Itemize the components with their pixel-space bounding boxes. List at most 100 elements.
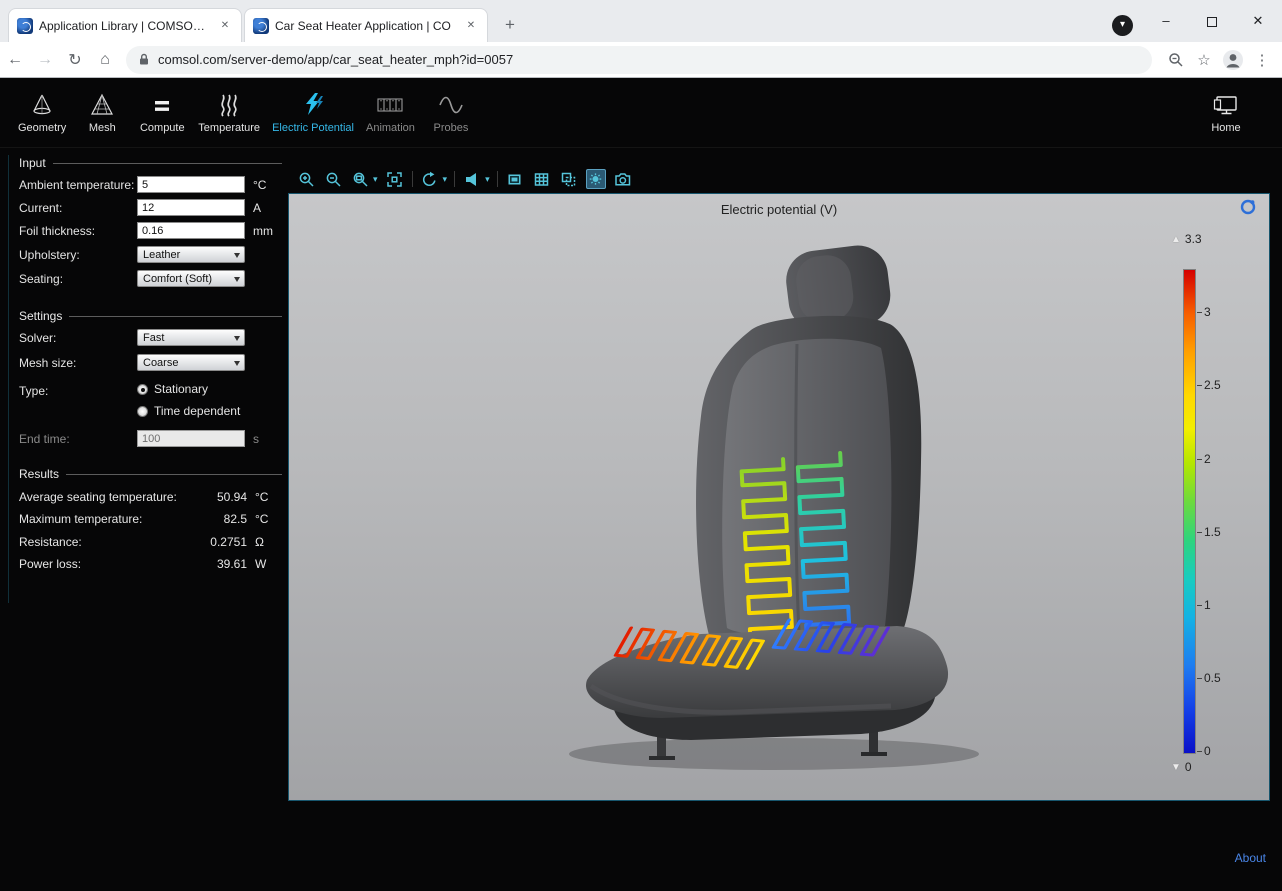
ribbon-mesh[interactable]: Mesh	[72, 92, 132, 134]
ribbon-animation-label: Animation	[366, 122, 415, 134]
temperature-icon	[216, 92, 242, 118]
radio-stationary-label: Stationary	[154, 382, 208, 396]
zoom-in-button[interactable]	[296, 169, 316, 189]
legend-tick: 1.5	[1204, 525, 1221, 539]
bookmark-star-icon[interactable]: ☆	[1190, 51, 1218, 69]
current-label: Current:	[19, 201, 62, 215]
minimize-button[interactable]: –	[1143, 6, 1189, 36]
car-seat-3d-model[interactable]	[539, 234, 1019, 774]
current-input[interactable]	[137, 199, 245, 216]
zoom-extents-button[interactable]	[385, 169, 405, 189]
tab-title: Application Library | COMSOL Se	[39, 19, 211, 33]
ribbon-electric-potential[interactable]: Electric Potential	[266, 92, 360, 134]
result-value: 50.94	[137, 490, 247, 504]
browser-menu-icon[interactable]: ⋮	[1248, 51, 1276, 69]
upholstery-select[interactable]: Leather	[137, 246, 245, 263]
new-tab-button[interactable]: +	[498, 14, 522, 38]
end-time-label: End time:	[19, 432, 70, 446]
chevron-down-icon	[234, 336, 240, 341]
ambient-temperature-label: Ambient temperature:	[19, 178, 134, 192]
ribbon-home[interactable]: Home	[1196, 92, 1256, 134]
result-resistance: Resistance: 0.2751 Ω	[19, 533, 287, 551]
reload-button[interactable]: ↻	[60, 50, 90, 70]
tab-car-seat-heater[interactable]: Car Seat Heater Application | CO ✕	[244, 8, 488, 42]
compute-icon	[149, 92, 175, 118]
ribbon-probes[interactable]: Probes	[421, 92, 481, 134]
graphics-panel: ▾ ▾ ▾	[288, 165, 1270, 801]
comsol-favicon	[17, 18, 33, 34]
radio-time-dependent-label: Time dependent	[154, 404, 240, 418]
result-avg-seating-temp: Average seating temperature: 50.94 °C	[19, 488, 287, 506]
rotate-caret[interactable]: ▾	[443, 174, 448, 185]
plot-title: Electric potential (V)	[289, 202, 1269, 217]
toolbar-separator	[454, 171, 455, 187]
snapshot-button[interactable]	[613, 169, 633, 189]
browser-home-button[interactable]: ⌂	[90, 51, 120, 69]
window-close-button[interactable]: ✕	[1235, 6, 1281, 36]
tab-application-library[interactable]: Application Library | COMSOL Se ✕	[8, 8, 242, 42]
chevron-down-icon	[234, 253, 240, 258]
url-field[interactable]: comsol.com/server-demo/app/car_seat_heat…	[126, 46, 1152, 74]
radio-time-dependent[interactable]: Time dependent	[137, 404, 245, 420]
default-view-button[interactable]	[462, 169, 482, 189]
tab-strip: Application Library | COMSOL Se ✕ Car Se…	[0, 0, 1282, 42]
animation-icon	[375, 92, 405, 118]
zoom-box-button[interactable]	[350, 169, 370, 189]
seating-select[interactable]: Comfort (Soft)	[137, 270, 245, 287]
app-ribbon: Geometry Mesh Compute	[0, 78, 1282, 148]
min-marker-icon: ▼	[1171, 762, 1181, 773]
result-unit: Ω	[255, 535, 264, 549]
zoom-indicator-icon[interactable]	[1162, 52, 1190, 68]
comsol-app: Geometry Mesh Compute	[0, 78, 1282, 891]
seating-label: Seating:	[19, 272, 63, 286]
ribbon-compute[interactable]: Compute	[132, 92, 192, 134]
foil-thickness-input[interactable]	[137, 222, 245, 239]
url-text: comsol.com/server-demo/app/car_seat_heat…	[158, 52, 513, 67]
zoom-box-caret[interactable]: ▾	[373, 174, 378, 185]
type-stationary-row: Type: Stationary	[19, 381, 287, 401]
foil-thickness-label: Foil thickness:	[19, 224, 95, 238]
ribbon-mesh-label: Mesh	[89, 122, 116, 134]
result-unit: °C	[255, 512, 268, 526]
mesh-size-select[interactable]: Coarse	[137, 354, 245, 371]
tab-close-icon[interactable]: ✕	[463, 18, 479, 34]
solver-label: Solver:	[19, 331, 56, 345]
ambient-temperature-input[interactable]	[137, 176, 245, 193]
current-unit: A	[253, 201, 261, 215]
solver-select[interactable]: Fast	[137, 329, 245, 346]
grid-button[interactable]	[532, 169, 552, 189]
section-header-input: Input	[19, 156, 282, 170]
result-max-temp: Maximum temperature: 82.5 °C	[19, 510, 287, 528]
tab-title: Car Seat Heater Application | CO	[275, 19, 457, 33]
about-link[interactable]: About	[1235, 851, 1266, 865]
back-button[interactable]: ←	[0, 51, 30, 69]
section-header-settings: Settings	[19, 309, 282, 323]
zoom-out-button[interactable]	[323, 169, 343, 189]
legend-tick: 0.5	[1204, 671, 1221, 685]
scene-button[interactable]	[505, 169, 525, 189]
maximize-button[interactable]	[1189, 6, 1235, 36]
rotate-button[interactable]	[420, 169, 440, 189]
scene-light-button[interactable]	[586, 169, 606, 189]
legend-tick: 1	[1204, 598, 1211, 612]
plot-canvas[interactable]: Electric potential (V)	[288, 193, 1270, 801]
default-view-caret[interactable]: ▾	[485, 174, 490, 185]
forward-button[interactable]: →	[30, 51, 60, 69]
legend-tick: 2.5	[1204, 378, 1221, 392]
ribbon-probes-label: Probes	[433, 122, 468, 134]
current-row: Current: A	[19, 198, 287, 218]
ambient-temperature-unit: °C	[253, 178, 266, 192]
transparency-button[interactable]	[559, 169, 579, 189]
profile-avatar[interactable]	[1218, 49, 1248, 71]
ribbon-animation[interactable]: Animation	[360, 92, 421, 134]
result-unit: W	[255, 557, 266, 571]
ribbon-geometry[interactable]: Geometry	[12, 92, 72, 134]
section-header-results: Results	[19, 467, 282, 481]
result-value: 0.2751	[137, 535, 247, 549]
mesh-icon	[89, 92, 115, 118]
ribbon-temperature[interactable]: Temperature	[192, 92, 266, 134]
comsol-favicon	[253, 18, 269, 34]
tab-close-icon[interactable]: ✕	[217, 18, 233, 34]
tab-search-button[interactable]: ▾	[1112, 15, 1133, 36]
radio-stationary[interactable]: Stationary	[137, 382, 245, 398]
